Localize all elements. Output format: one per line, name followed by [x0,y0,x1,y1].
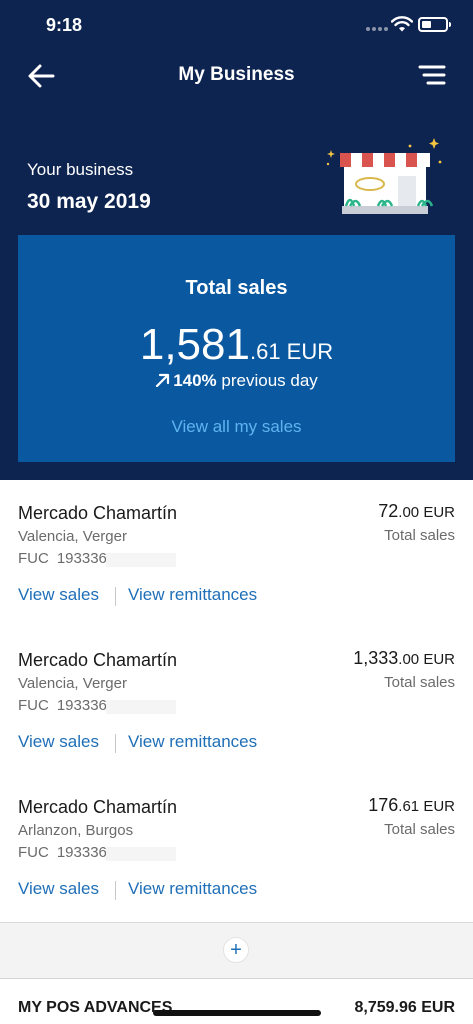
store-name: Mercado Chamartín [18,503,178,523]
store-amount: 72.00 EUR [378,501,455,522]
view-remittances-link[interactable]: View remittances [128,732,257,752]
view-all-sales-link[interactable]: View all my sales [18,417,455,437]
store-name: Mercado Chamartín [18,650,178,670]
store-amount-label: Total sales [384,674,455,691]
store-item: Mercado Chamartín Valencia, Verger FUC 19… [0,628,473,776]
pos-advances-bar[interactable]: MY POS ADVANCES 8,759.96 EUR [0,980,473,1024]
store-amount-dec: .00 EUR [398,504,455,521]
link-divider [115,587,116,606]
store-city: Valencia, Verger [18,528,127,545]
business-label: Your business [27,160,134,179]
fuc-label: FUC [18,697,49,714]
store-amount-int: 176 [368,795,399,815]
pos-advances-amount: 8,759.96 EUR [354,999,455,1016]
status-time: 9:18 [46,15,83,35]
store-city: Valencia, Verger [18,675,127,692]
store-amount-label: Total sales [384,527,455,544]
header: 9:18 My Business Your business 30 may 20… [0,0,473,480]
store-item: Mercado Chamartín Arlanzon, Burgos FUC 19… [0,775,473,923]
pos-advances-title: MY POS ADVANCES [18,999,173,1016]
link-divider [115,734,116,753]
fuc-label: FUC [18,550,49,567]
store-amount: 1,333.00 EUR [353,648,455,669]
sales-change-pct: 140% [173,371,217,390]
wifi-icon [391,16,413,32]
plus-icon[interactable]: + [223,937,249,963]
store-amount-label: Total sales [384,821,455,838]
link-divider [115,881,116,900]
trend-up-icon [156,373,170,387]
shop-illustration [326,138,442,214]
page-title: My Business [178,64,295,85]
fuc-mask [106,553,176,567]
store-city: Arlanzon, Burgos [18,822,134,839]
total-sales-card: Total sales 1,581.61 EUR 140% previous d… [18,235,455,462]
total-sales-amount: 1,581.61 EUR [18,320,455,370]
menu-icon[interactable] [418,64,446,86]
fuc-mask [106,700,176,714]
view-remittances-link[interactable]: View remittances [128,585,257,605]
status-bar: 9:18 [0,0,473,50]
signal-icon [366,27,388,33]
home-indicator [153,1010,321,1016]
load-more-area: + [0,923,473,979]
total-sales-amount-dec: .61 EUR [249,339,334,364]
store-item: Mercado Chamartín Valencia, Verger FUC 19… [0,481,473,629]
fuc-label: FUC [18,844,49,861]
battery-icon [418,17,451,32]
store-amount: 176.61 EUR [368,795,455,816]
sales-change: 140% previous day [18,371,455,391]
view-sales-link[interactable]: View sales [18,879,99,899]
total-sales-amount-int: 1,581 [139,320,250,369]
store-amount-dec: .61 EUR [398,798,455,815]
business-date: 30 may 2019 [27,190,151,213]
view-sales-link[interactable]: View sales [18,732,99,752]
fuc-mask [106,847,176,861]
store-amount-dec: .00 EUR [398,651,455,668]
sales-change-label: previous day [216,371,318,390]
view-sales-link[interactable]: View sales [18,585,99,605]
store-name: Mercado Chamartín [18,797,178,817]
view-remittances-link[interactable]: View remittances [128,879,257,899]
total-sales-title: Total sales [185,277,288,299]
store-amount-int: 72 [378,501,399,521]
store-amount-int: 1,333 [353,648,399,668]
